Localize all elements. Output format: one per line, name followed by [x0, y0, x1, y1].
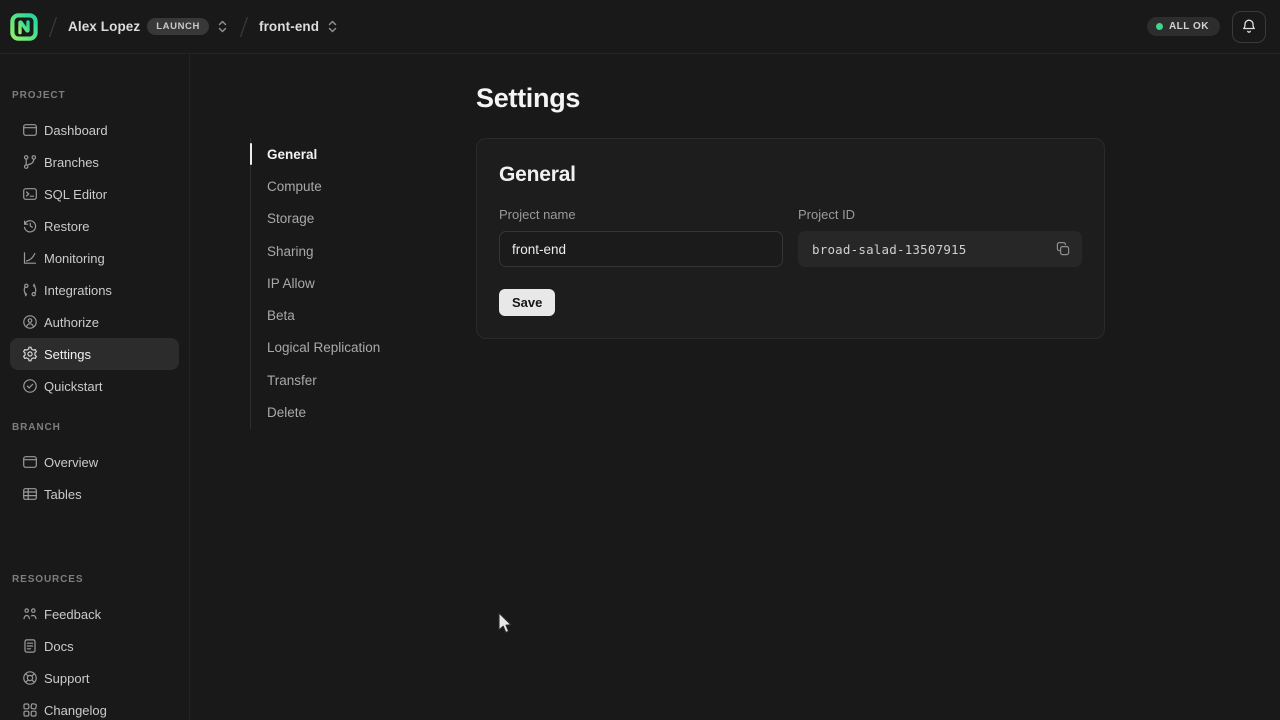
- sidebar-item-monitoring[interactable]: Monitoring: [10, 242, 179, 274]
- sidebar-item-changelog[interactable]: Changelog: [10, 694, 179, 720]
- sidebar-item-dashboard[interactable]: Dashboard: [10, 114, 179, 146]
- sidebar-item-authorize[interactable]: Authorize: [10, 306, 179, 338]
- settings-tab-storage[interactable]: Storage: [251, 203, 430, 235]
- sidebar-section-resources: RESOURCES: [10, 574, 179, 585]
- settings-tab-beta[interactable]: Beta: [251, 299, 430, 331]
- breadcrumb-slash: [237, 12, 251, 42]
- sidebar-item-label: Changelog: [44, 703, 107, 718]
- sidebar-item-label: Quickstart: [44, 379, 103, 394]
- general-settings-card: General Project name Project ID broad-sa…: [476, 138, 1105, 339]
- project-id-value: broad-salad-13507915: [812, 242, 967, 257]
- plan-badge: LAUNCH: [147, 18, 209, 35]
- integrations-icon: [22, 282, 38, 298]
- breadcrumb-slash: [46, 12, 60, 42]
- notifications-button[interactable]: [1232, 11, 1266, 43]
- settings-nav: General Compute Storage Sharing IP Allow…: [250, 138, 430, 429]
- settings-tab-logical-replication[interactable]: Logical Replication: [251, 332, 430, 364]
- branches-icon: [22, 154, 38, 170]
- sidebar-item-overview[interactable]: Overview: [10, 446, 179, 478]
- neon-logo-icon[interactable]: [10, 13, 38, 41]
- sql-editor-icon: [22, 186, 38, 202]
- sidebar-item-label: SQL Editor: [44, 187, 107, 202]
- sidebar-item-label: Branches: [44, 155, 99, 170]
- sidebar: PROJECT Dashboard Branches SQL Editor Re…: [0, 54, 190, 720]
- authorize-icon: [22, 314, 38, 330]
- sidebar-item-docs[interactable]: Docs: [10, 630, 179, 662]
- sidebar-section-branch: BRANCH: [10, 422, 179, 433]
- main-content: Settings General Compute Storage Sharing…: [190, 54, 1280, 720]
- restore-icon: [22, 218, 38, 234]
- sidebar-item-feedback[interactable]: Feedback: [10, 598, 179, 630]
- status-label: ALL OK: [1169, 21, 1209, 32]
- copy-icon: [1055, 241, 1071, 257]
- sidebar-item-label: Dashboard: [44, 123, 108, 138]
- settings-tab-delete[interactable]: Delete: [251, 396, 430, 428]
- org-selector[interactable]: Alex Lopez LAUNCH: [68, 18, 229, 35]
- sidebar-item-restore[interactable]: Restore: [10, 210, 179, 242]
- project-name-input[interactable]: [499, 231, 783, 267]
- status-ok-dot: [1156, 23, 1163, 30]
- gear-icon: [22, 346, 38, 362]
- project-id-field: broad-salad-13507915: [798, 231, 1082, 267]
- sidebar-item-label: Overview: [44, 455, 98, 470]
- sidebar-item-sql-editor[interactable]: SQL Editor: [10, 178, 179, 210]
- changelog-icon: [22, 702, 38, 718]
- sidebar-item-label: Integrations: [44, 283, 112, 298]
- feedback-icon: [22, 606, 38, 622]
- sidebar-item-label: Feedback: [44, 607, 101, 622]
- page-title: Settings: [476, 83, 580, 114]
- sidebar-item-settings[interactable]: Settings: [10, 338, 179, 370]
- project-selector[interactable]: front-end: [259, 19, 339, 34]
- overview-icon: [22, 454, 38, 470]
- org-name: Alex Lopez: [68, 19, 140, 34]
- sidebar-item-label: Settings: [44, 347, 91, 362]
- sidebar-item-label: Restore: [44, 219, 90, 234]
- topbar: Alex Lopez LAUNCH front-end ALL OK: [0, 0, 1280, 54]
- check-circle-icon: [22, 378, 38, 394]
- sidebar-item-label: Monitoring: [44, 251, 105, 266]
- sidebar-item-label: Tables: [44, 487, 82, 502]
- project-name: front-end: [259, 19, 319, 34]
- chevron-updown-icon[interactable]: [326, 19, 339, 34]
- project-name-label: Project name: [499, 207, 783, 222]
- chevron-updown-icon[interactable]: [216, 19, 229, 34]
- save-button[interactable]: Save: [499, 289, 555, 316]
- sidebar-item-branches[interactable]: Branches: [10, 146, 179, 178]
- project-name-field-group: Project name: [499, 207, 783, 267]
- sidebar-section-project: PROJECT: [10, 90, 179, 101]
- project-id-label: Project ID: [798, 207, 1082, 222]
- sidebar-item-label: Docs: [44, 639, 74, 654]
- bell-icon: [1241, 18, 1257, 35]
- settings-tab-compute[interactable]: Compute: [251, 170, 430, 202]
- settings-tab-general[interactable]: General: [251, 138, 430, 170]
- card-title: General: [499, 163, 1082, 187]
- sidebar-item-label: Authorize: [44, 315, 99, 330]
- sidebar-item-quickstart[interactable]: Quickstart: [10, 370, 179, 402]
- docs-icon: [22, 638, 38, 654]
- status-badge[interactable]: ALL OK: [1147, 17, 1220, 36]
- project-id-field-group: Project ID broad-salad-13507915: [798, 207, 1082, 267]
- sidebar-item-support[interactable]: Support: [10, 662, 179, 694]
- monitoring-icon: [22, 250, 38, 266]
- sidebar-item-label: Support: [44, 671, 90, 686]
- settings-tab-transfer[interactable]: Transfer: [251, 364, 430, 396]
- settings-tab-sharing[interactable]: Sharing: [251, 235, 430, 267]
- copy-project-id-button[interactable]: [1050, 236, 1076, 262]
- sidebar-item-integrations[interactable]: Integrations: [10, 274, 179, 306]
- support-icon: [22, 670, 38, 686]
- tables-icon: [22, 486, 38, 502]
- dashboard-icon: [22, 122, 38, 138]
- settings-tab-ip-allow[interactable]: IP Allow: [251, 267, 430, 299]
- sidebar-item-tables[interactable]: Tables: [10, 478, 179, 510]
